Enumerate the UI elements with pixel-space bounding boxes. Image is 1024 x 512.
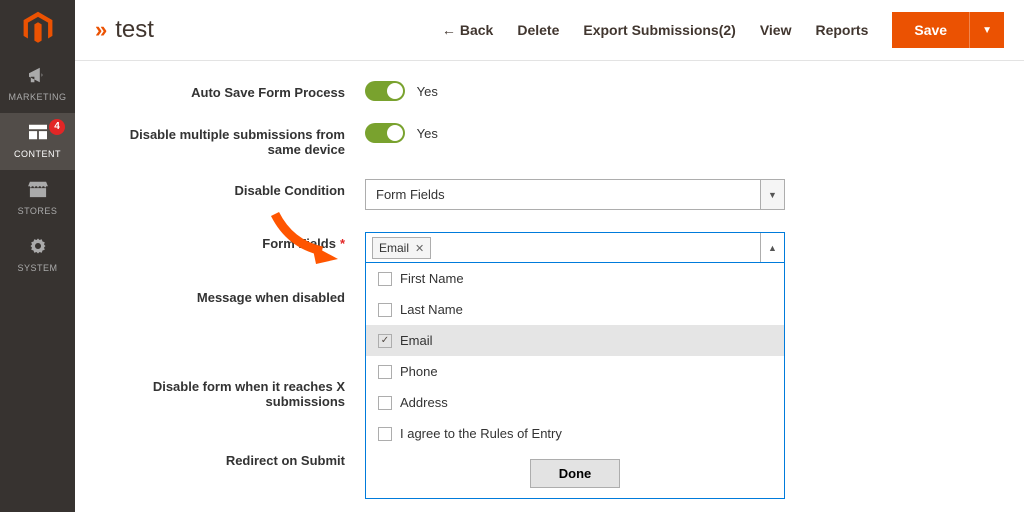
sidebar-item-stores[interactable]: STORES (0, 170, 75, 227)
disable-multi-toggle[interactable] (365, 123, 405, 143)
layout-icon (27, 123, 49, 141)
megaphone-icon (27, 66, 49, 84)
dropdown-option[interactable]: Phone (366, 356, 784, 387)
export-button[interactable]: Export Submissions(2) (583, 22, 735, 38)
dropdown-option[interactable]: Address (366, 387, 784, 418)
disable-multi-label: Disable multiple submissions from same d… (95, 123, 365, 157)
option-label: Address (400, 395, 448, 410)
chevron-down-icon: ▼ (761, 179, 785, 210)
selected-chip-email: Email ✕ (372, 237, 431, 259)
checkbox-icon: ✓ (378, 334, 392, 348)
reaches-x-label: Disable form when it reaches X submissio… (95, 375, 365, 409)
sidebar-item-content[interactable]: CONTENT 4 (0, 113, 75, 170)
page-title: test (115, 16, 442, 44)
dropdown-option[interactable]: First Name (366, 263, 784, 294)
disable-multi-value: Yes (417, 126, 438, 141)
chevron-up-icon[interactable]: ▲ (760, 233, 784, 263)
dropdown-option[interactable]: I agree to the Rules of Entry (366, 418, 784, 449)
message-disabled-label: Message when disabled (95, 286, 365, 305)
option-label: First Name (400, 271, 464, 286)
view-button[interactable]: View (760, 22, 792, 38)
autosave-toggle[interactable] (365, 81, 405, 101)
disable-condition-value: Form Fields (365, 179, 761, 210)
magento-logo-icon (20, 10, 56, 46)
disable-condition-label: Disable Condition (95, 179, 365, 198)
arrow-left-icon: ← (442, 22, 456, 38)
option-label: Email (400, 333, 433, 348)
gear-icon (27, 237, 49, 255)
checkbox-icon (378, 427, 392, 441)
checkbox-icon (378, 272, 392, 286)
form-fields-multiselect[interactable]: Email ✕ ▲ (365, 232, 785, 264)
admin-sidebar: MARKETING CONTENT 4 STORES SYSTEM (0, 0, 75, 512)
sidebar-label: STORES (18, 206, 58, 216)
chip-label: Email (379, 241, 409, 255)
save-button[interactable]: Save (892, 12, 969, 48)
delete-button[interactable]: Delete (517, 22, 559, 38)
sidebar-item-marketing[interactable]: MARKETING (0, 56, 75, 113)
checkbox-icon (378, 396, 392, 410)
page-header: » test ←Back Delete Export Submissions(2… (75, 0, 1024, 61)
notification-badge[interactable]: 4 (49, 119, 65, 135)
done-button[interactable]: Done (530, 459, 621, 488)
option-label: Phone (400, 364, 438, 379)
option-label: I agree to the Rules of Entry (400, 426, 562, 441)
form-area: Auto Save Form Process Yes Disable multi… (75, 61, 1024, 512)
brand-chevron-icon: » (95, 17, 107, 43)
required-asterisk: * (340, 236, 345, 251)
autosave-value: Yes (417, 84, 438, 99)
checkbox-icon (378, 303, 392, 317)
back-label: Back (460, 22, 493, 38)
redirect-label: Redirect on Submit (95, 449, 365, 468)
sidebar-label: MARKETING (8, 92, 66, 102)
dropdown-option[interactable]: ✓ Email (366, 325, 784, 356)
sidebar-item-system[interactable]: SYSTEM (0, 227, 75, 284)
form-fields-label: Form Fields* (95, 232, 365, 251)
autosave-label: Auto Save Form Process (95, 81, 365, 100)
back-button[interactable]: ←Back (442, 22, 493, 38)
store-icon (27, 180, 49, 198)
sidebar-label: SYSTEM (17, 263, 57, 273)
option-label: Last Name (400, 302, 463, 317)
save-dropdown-toggle[interactable]: ▼ (969, 12, 1004, 48)
disable-condition-select[interactable]: Form Fields ▼ (365, 179, 785, 210)
form-fields-dropdown: First Name Last Name ✓ Email Phone Address I a… (365, 262, 785, 499)
chip-remove-icon[interactable]: ✕ (415, 242, 424, 255)
sidebar-label: CONTENT (14, 149, 61, 159)
checkbox-icon (378, 365, 392, 379)
dropdown-option[interactable]: Last Name (366, 294, 784, 325)
reports-button[interactable]: Reports (815, 22, 868, 38)
